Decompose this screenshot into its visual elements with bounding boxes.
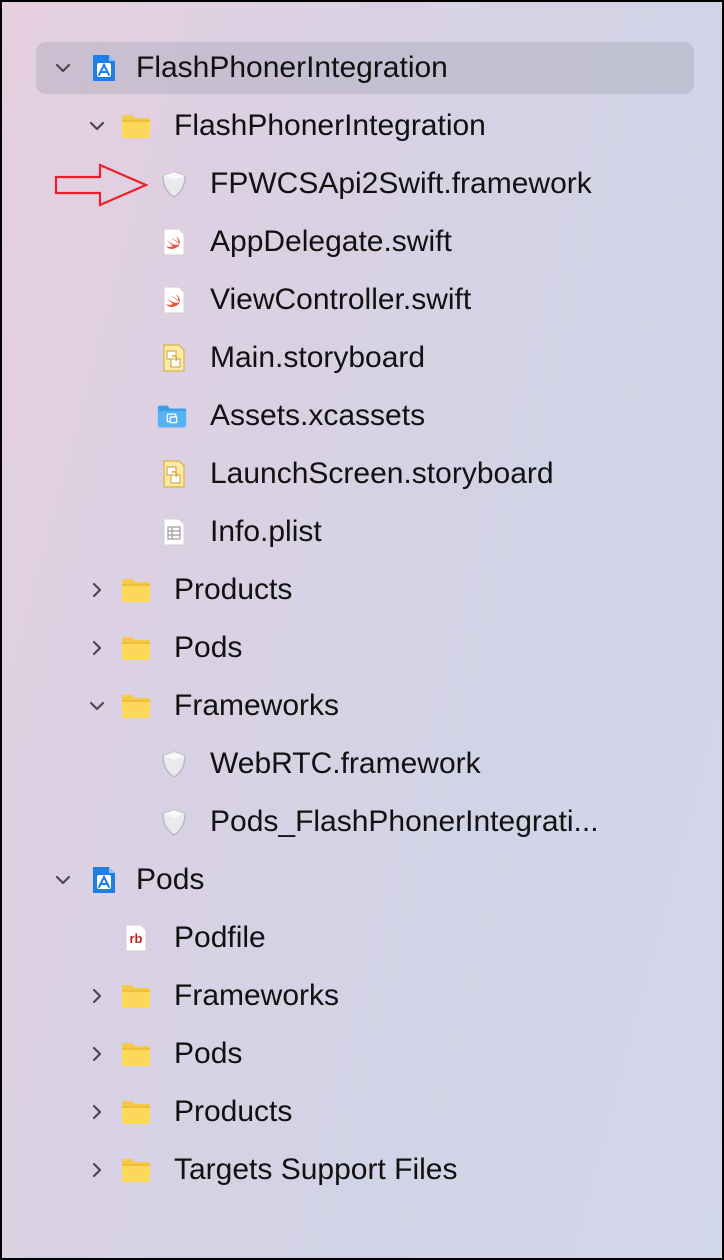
tree-row-label: FlashPhonerIntegration [174, 109, 486, 142]
tree-row-project-pods[interactable]: Pods [2, 854, 722, 906]
chevron-down-icon[interactable] [84, 113, 110, 139]
folder-icon [120, 980, 152, 1012]
tree-row-pods-products[interactable]: Products [2, 1086, 722, 1138]
tree-row-label: Frameworks [174, 689, 340, 722]
tree-row-label: Podfile [174, 921, 266, 954]
tree-row-project-flashphonerintegration[interactable]: FlashPhonerIntegration [2, 42, 722, 94]
tree-row-launchscreen-storyboard[interactable]: LaunchScreen.storyboard [2, 448, 722, 500]
tree-row-label: Frameworks [174, 979, 340, 1012]
storyboard-icon [158, 342, 190, 374]
tree-row-pods-framework[interactable]: Pods_FlashPhonerIntegrati... [2, 796, 722, 848]
chevron-right-icon[interactable] [84, 1157, 110, 1183]
project-navigator: FlashPhonerIntegration FlashPhonerIntegr… [0, 0, 724, 1260]
tree-row-label: Targets Support Files [174, 1153, 458, 1186]
tree-row-folder-flashphonerintegration[interactable]: FlashPhonerIntegration [2, 100, 722, 152]
tree-row-label: FPWCSApi2Swift.framework [210, 167, 592, 200]
chevron-down-icon[interactable] [50, 55, 76, 81]
framework-icon [158, 168, 190, 200]
folder-icon [120, 632, 152, 664]
tree-row-podfile[interactable]: rb Podfile [2, 912, 722, 964]
storyboard-icon [158, 458, 190, 490]
tree-row-label: Products [174, 1095, 293, 1128]
ruby-file-icon: rb [120, 922, 152, 954]
tree-row-products[interactable]: Products [2, 564, 722, 616]
chevron-right-icon[interactable] [84, 1041, 110, 1067]
tree-row-label: WebRTC.framework [210, 747, 481, 780]
tree-row-webrtc-framework[interactable]: WebRTC.framework [2, 738, 722, 790]
framework-icon [158, 806, 190, 838]
tree-row-label: Main.storyboard [210, 341, 426, 374]
folder-icon [120, 1096, 152, 1128]
chevron-right-icon[interactable] [84, 983, 110, 1009]
tree-row-label: Pods [174, 631, 243, 664]
tree-row-assets-xcassets[interactable]: Assets.xcassets [2, 390, 722, 442]
tree-row-label: FlashPhonerIntegration [136, 51, 448, 84]
red-outline-arrow-icon [54, 163, 149, 207]
folder-icon [120, 110, 152, 142]
tree-row-main-storyboard[interactable]: Main.storyboard [2, 332, 722, 384]
tree-row-pods-pods[interactable]: Pods [2, 1028, 722, 1080]
folder-icon [120, 574, 152, 606]
tree-row-label: Products [174, 573, 293, 606]
xcode-project-icon [88, 864, 120, 896]
swift-file-icon [158, 284, 190, 316]
swift-file-icon [158, 226, 190, 258]
tree-row-pods[interactable]: Pods [2, 622, 722, 674]
tree-row-label: Pods [174, 1037, 243, 1070]
svg-text:rb: rb [130, 931, 143, 946]
tree-row-info-plist[interactable]: Info.plist [2, 506, 722, 558]
folder-icon [120, 1154, 152, 1186]
chevron-down-icon[interactable] [84, 693, 110, 719]
tree-row-viewcontroller-swift[interactable]: ViewController.swift [2, 274, 722, 326]
tree-row-label: Assets.xcassets [210, 399, 426, 432]
tree-row-label: Pods [136, 863, 205, 896]
tree-row-frameworks[interactable]: Frameworks [2, 680, 722, 732]
tree-row-pods-frameworks[interactable]: Frameworks [2, 970, 722, 1022]
tree-row-appdelegate-swift[interactable]: AppDelegate.swift [2, 216, 722, 268]
xcode-project-icon [88, 52, 120, 84]
tree-row-label: ViewController.swift [210, 283, 472, 316]
framework-icon [158, 748, 190, 780]
tree-row-label: Pods_FlashPhonerIntegrati... [210, 805, 599, 838]
tree-row-label: LaunchScreen.storyboard [210, 457, 554, 490]
asset-catalog-icon [156, 400, 188, 432]
folder-icon [120, 1038, 152, 1070]
chevron-down-icon[interactable] [50, 867, 76, 893]
chevron-right-icon[interactable] [84, 577, 110, 603]
plist-icon [158, 516, 190, 548]
folder-icon [120, 690, 152, 722]
tree-row-label: Info.plist [210, 515, 322, 548]
chevron-right-icon[interactable] [84, 1099, 110, 1125]
tree-row-label: AppDelegate.swift [210, 225, 452, 258]
tree-row-targets-support-files[interactable]: Targets Support Files [2, 1144, 722, 1196]
chevron-right-icon[interactable] [84, 635, 110, 661]
